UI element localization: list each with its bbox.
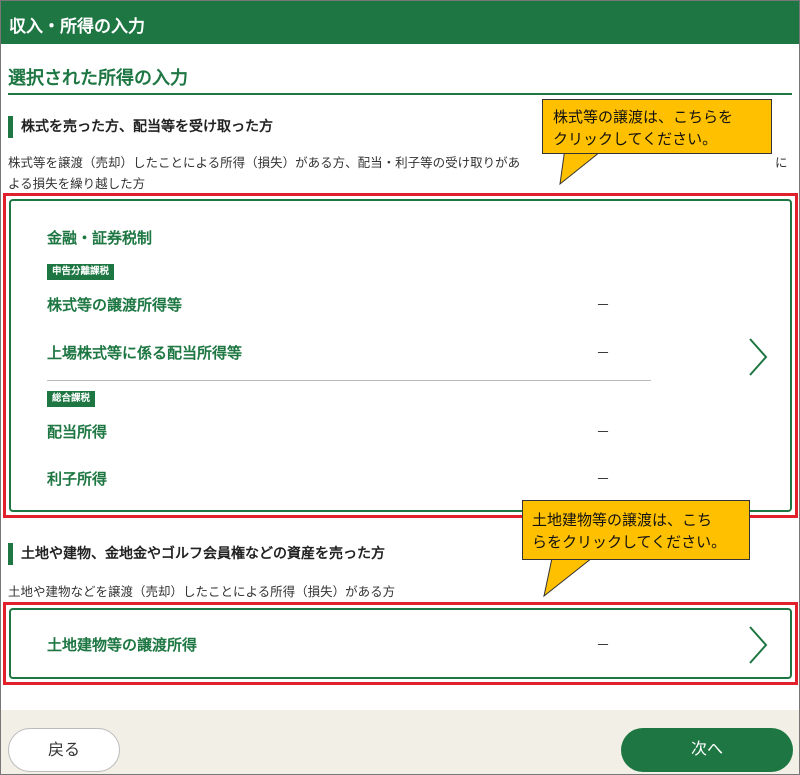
row-listed-dividend-value: － bbox=[596, 346, 610, 362]
stocks-desc-line1: 株式等を譲渡（売却）したことによる所得（損失）がある方、配当・利子等の受け取りが… bbox=[8, 155, 521, 170]
stocks-description: 株式等を譲渡（売却）したことによる所得（損失）がある方、配当・利子等の受け取りが… bbox=[8, 152, 788, 194]
stocks-callout: 株式等の譲渡は、こちらを クリックしてください。 bbox=[542, 99, 772, 154]
callout-tail bbox=[559, 148, 606, 186]
stocks-callout-line1: 株式等の譲渡は、こちらを bbox=[553, 108, 734, 126]
stocks-callout-line2: クリックしてください。 bbox=[553, 130, 718, 148]
stocks-desc-line1-tail: に bbox=[775, 155, 788, 170]
row-stock-transfer-income: 株式等の譲渡所得等 bbox=[47, 296, 183, 314]
chevron-right-icon bbox=[749, 338, 768, 376]
card-divider bbox=[47, 380, 651, 381]
header-title: 収入・所得の入力 bbox=[9, 17, 145, 37]
row-dividend-value: － bbox=[596, 425, 610, 441]
stocks-subhead: 株式を売った方、配当等を受け取った方 bbox=[8, 116, 273, 138]
row-land-building-transfer: 土地建物等の譲渡所得 bbox=[47, 636, 198, 654]
row-listed-dividend-income: 上場株式等に係る配当所得等 bbox=[47, 344, 243, 362]
land-income-card[interactable]: 土地建物等の譲渡所得 － bbox=[9, 608, 792, 679]
footer-bar: 戻る 次へ bbox=[1, 710, 799, 774]
land-callout-line2: らをクリックしてください。 bbox=[532, 533, 727, 551]
section-underline bbox=[8, 93, 792, 95]
stocks-income-card[interactable]: 金融・証券税制 申告分離課税 株式等の譲渡所得等 － 上場株式等に係る配当所得等… bbox=[9, 199, 792, 512]
tag-general-taxation: 総合課税 bbox=[47, 391, 96, 407]
land-description: 土地や建物などを譲渡（売却）したことによる所得（損失）がある方 bbox=[8, 584, 396, 599]
row-land-building-value: － bbox=[596, 638, 610, 654]
chevron-right-icon bbox=[749, 626, 768, 664]
land-callout-line1: 土地建物等の譲渡は、こち bbox=[532, 511, 713, 529]
row-dividend-income: 配当所得 bbox=[47, 423, 108, 441]
land-subhead: 土地や建物、金地金やゴルフ会員権などの資産を売った方 bbox=[8, 543, 385, 565]
row-interest-income: 利子所得 bbox=[47, 470, 108, 488]
page-header: 収入・所得の入力 bbox=[1, 1, 799, 44]
stocks-desc-line2: よる損失を繰り越した方 bbox=[8, 176, 146, 191]
tag-separate-taxation: 申告分離課税 bbox=[47, 264, 115, 280]
stocks-card-heading: 金融・証券税制 bbox=[47, 229, 153, 247]
back-button[interactable]: 戻る bbox=[8, 728, 120, 772]
section-title: 選択された所得の入力 bbox=[8, 68, 188, 89]
land-callout: 土地建物等の譲渡は、こち らをクリックしてください。 bbox=[522, 500, 750, 560]
row-stock-transfer-value: － bbox=[596, 298, 610, 314]
callout-tail bbox=[543, 558, 593, 598]
next-button[interactable]: 次へ bbox=[621, 728, 793, 772]
row-interest-value: － bbox=[596, 472, 610, 488]
